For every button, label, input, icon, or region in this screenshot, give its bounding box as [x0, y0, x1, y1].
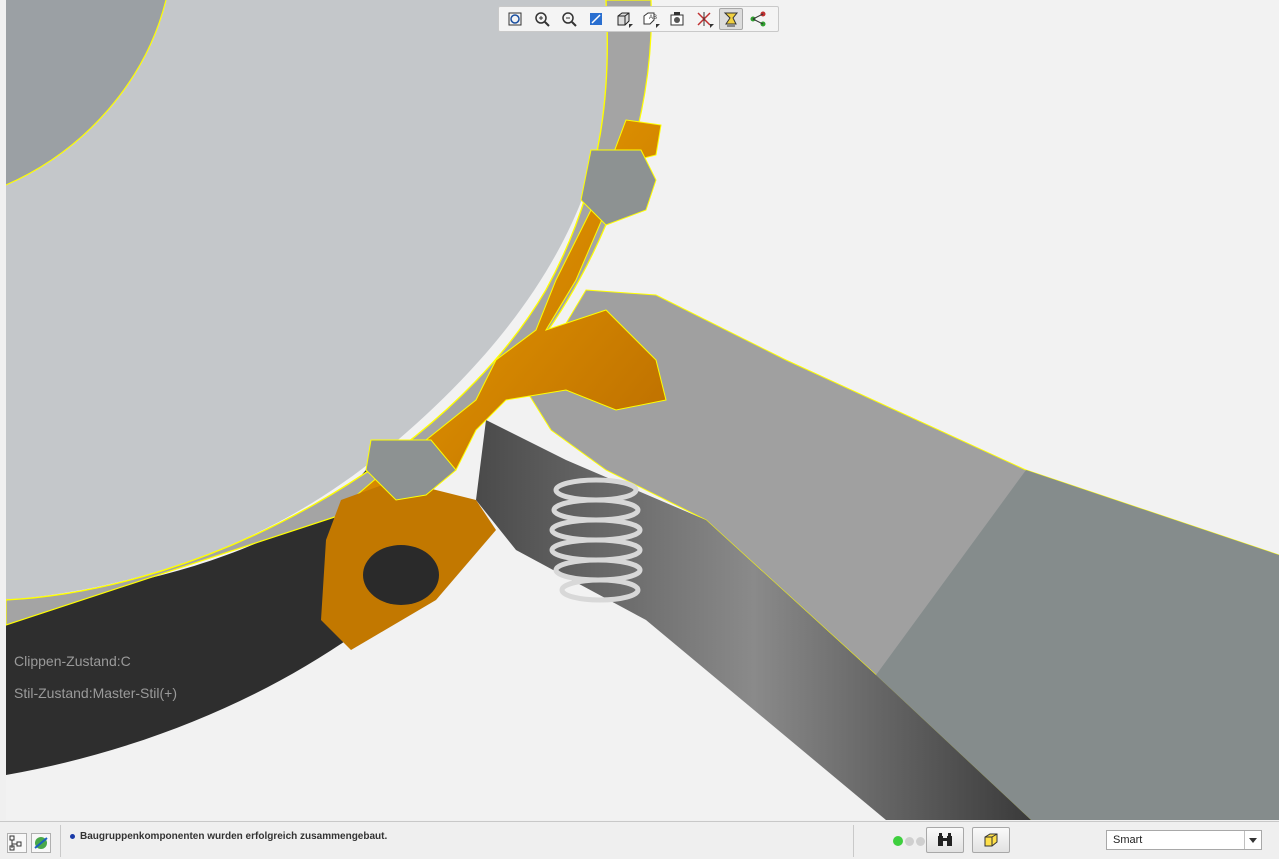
zoom-out-button[interactable] — [557, 8, 581, 30]
zoom-in-button[interactable] — [530, 8, 554, 30]
regen-status-lights — [893, 836, 925, 846]
saved-views-button[interactable]: AB — [638, 8, 662, 30]
dropdown-indicator-icon[interactable] — [710, 24, 714, 28]
repaint-button[interactable] — [584, 8, 608, 30]
chevron-down-icon[interactable] — [1244, 831, 1261, 849]
view-manager-icon — [670, 12, 684, 26]
status-message: Baugruppenkomponenten wurden erfolgreich… — [80, 831, 388, 842]
style-state-label: Stil-Zustand:Master-Stil(+) — [14, 685, 177, 701]
model-tree-toggle-icon[interactable] — [7, 833, 27, 853]
repaint-icon — [590, 13, 602, 25]
status-light-icon — [916, 837, 925, 846]
spin-center-button[interactable] — [746, 8, 770, 30]
browser-toggle-icon[interactable] — [31, 833, 51, 853]
dropdown-indicator-icon[interactable] — [656, 24, 660, 28]
find-button[interactable] — [926, 827, 964, 853]
selection-filter-select[interactable]: Smart — [1106, 830, 1262, 850]
datum-display-button[interactable] — [692, 8, 716, 30]
clip-state-label: Clippen-Zustand:C — [14, 653, 131, 669]
dropdown-indicator-icon[interactable] — [629, 24, 633, 28]
status-light-icon — [893, 836, 903, 846]
selection-filter-value: Smart — [1113, 834, 1143, 846]
selection-filter-button[interactable] — [972, 827, 1010, 853]
svg-text:AB: AB — [649, 15, 657, 21]
graphics-window[interactable]: Clippen-Zustand:C Stil-Zustand:Master-St… — [6, 0, 1279, 820]
zoom-in-icon — [535, 12, 550, 27]
message-indicator-icon — [70, 834, 75, 839]
annotation-display-icon — [723, 12, 739, 27]
status-bar: Baugruppenkomponenten wurden erfolgreich… — [0, 821, 1279, 859]
ear-hole — [363, 545, 439, 605]
zoom-fit-icon — [508, 12, 522, 26]
view-manager-button[interactable] — [665, 8, 689, 30]
part-cube-icon — [984, 833, 998, 847]
display-style-button[interactable] — [611, 8, 635, 30]
zoom-fit-button[interactable] — [503, 8, 527, 30]
status-light-icon — [905, 837, 914, 846]
zoom-out-icon — [562, 12, 577, 27]
graphics-toolbar: AB — [498, 6, 779, 32]
binoculars-icon — [938, 833, 952, 846]
annotation-display-button[interactable] — [719, 8, 743, 30]
model-canvas[interactable] — [6, 0, 1279, 820]
spin-center-icon — [750, 11, 766, 27]
